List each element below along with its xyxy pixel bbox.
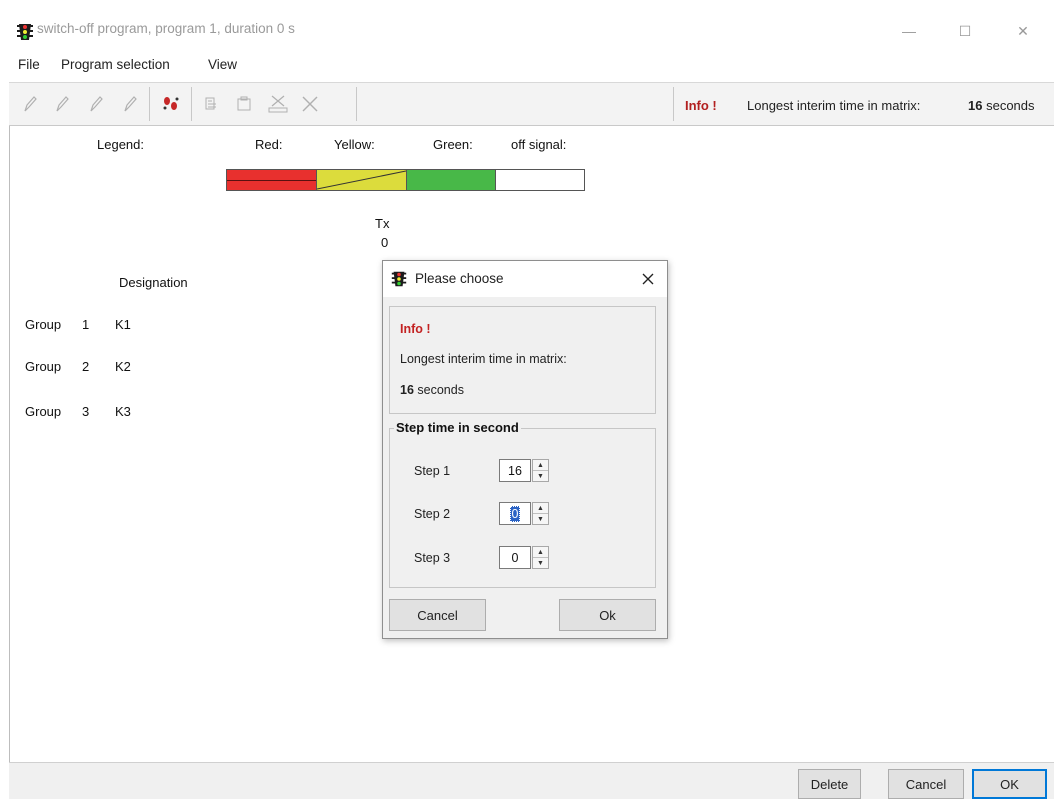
legend-off-label: off signal: [511, 137, 567, 152]
paste-icon[interactable] [233, 92, 255, 116]
dialog-title-bar: Please choose [383, 261, 667, 297]
dialog-close-icon[interactable] [635, 267, 661, 291]
traffic-light-icon [17, 24, 33, 40]
step-3-spinner[interactable]: ▲ ▼ [532, 546, 549, 569]
step-1-spinner[interactable]: ▲ ▼ [532, 459, 549, 482]
designation-header: Designation [119, 275, 188, 290]
step-2-spinner[interactable]: ▲ ▼ [532, 502, 549, 525]
cancel-button[interactable]: Cancel [888, 769, 964, 799]
group-number: 1 [82, 317, 90, 332]
legend-title: Legend: [97, 137, 144, 152]
footprints-icon[interactable] [160, 92, 182, 116]
close-button[interactable]: ✕ [1008, 18, 1038, 44]
legend-yellow-swatch [317, 170, 407, 190]
info-heading: Info ! [400, 322, 431, 336]
step-3-label: Step 3 [414, 551, 451, 565]
step-1-label: Step 1 [414, 464, 451, 478]
menu-view[interactable]: View [208, 57, 237, 72]
info-value: 16 seconds [400, 383, 464, 397]
delete-icon[interactable] [299, 92, 321, 116]
dialog-cancel-button[interactable]: Cancel [389, 599, 486, 631]
toolbar: Info ! Longest interim time in matrix: 1… [9, 82, 1054, 126]
group-label: Group [25, 404, 62, 419]
bottom-button-bar: Delete Cancel OK [9, 762, 1054, 799]
please-choose-dialog: Please choose Info ! Longest interim tim… [382, 260, 668, 639]
spin-down-icon[interactable]: ▼ [533, 514, 548, 524]
spin-up-icon[interactable]: ▲ [533, 547, 548, 558]
legend-green-swatch [407, 170, 496, 190]
step-1-input[interactable]: 16 [499, 459, 531, 482]
step-3-input[interactable]: 0 [499, 546, 531, 569]
legend-green-label: Green: [433, 137, 473, 152]
group-label: Group [25, 317, 62, 332]
group-label: Group [25, 359, 62, 374]
group-number: 2 [82, 359, 90, 374]
step-time-group: Step time in second Step 1 16 ▲ ▼ Step 2 … [389, 420, 656, 588]
info-value: 16 seconds [968, 98, 1035, 113]
delete-row-icon[interactable] [267, 92, 289, 116]
pencil-icon[interactable] [51, 92, 73, 116]
info-line: Longest interim time in matrix: [400, 352, 567, 366]
group-designation[interactable]: K1 [115, 317, 131, 332]
window-title: switch-off program, program 1, duration … [37, 21, 295, 36]
group-designation[interactable]: K3 [115, 404, 131, 419]
legend-red-swatch [227, 170, 317, 190]
spin-up-icon[interactable]: ▲ [533, 460, 548, 471]
copy-icon[interactable] [201, 92, 223, 116]
info-panel: Info ! Longest interim time in matrix: 1… [389, 306, 656, 414]
signal-legend-bar [226, 169, 585, 191]
step-group-title: Step time in second [394, 420, 521, 435]
timeline-marker-label: Tx [375, 216, 390, 231]
legend-red-label: Red: [255, 137, 283, 152]
legend-yellow-label: Yellow: [334, 137, 375, 152]
group-designation[interactable]: K2 [115, 359, 131, 374]
ok-button[interactable]: OK [972, 769, 1047, 799]
step-2-input[interactable]: 0 [499, 502, 531, 525]
title-bar: switch-off program, program 1, duration … [0, 0, 1054, 54]
legend-off-swatch [496, 170, 584, 190]
maximize-button[interactable]: ☐ [950, 18, 980, 44]
dialog-title: Please choose [415, 271, 504, 286]
spin-down-icon[interactable]: ▼ [533, 471, 548, 481]
pencil-icon[interactable] [85, 92, 107, 116]
info-text: Longest interim time in matrix: [747, 98, 921, 113]
spin-down-icon[interactable]: ▼ [533, 558, 548, 568]
info-label: Info ! [685, 98, 717, 113]
timeline-marker-value: 0 [381, 235, 389, 250]
menu-bar: File Program selection View [0, 54, 1054, 76]
traffic-light-icon [391, 271, 407, 287]
spin-up-icon[interactable]: ▲ [533, 503, 548, 514]
menu-file[interactable]: File [18, 57, 40, 72]
menu-program-selection[interactable]: Program selection [61, 57, 170, 72]
pencil-icon[interactable] [19, 92, 41, 116]
group-number: 3 [82, 404, 90, 419]
pencil-icon[interactable] [119, 92, 141, 116]
step-2-label: Step 2 [414, 507, 451, 521]
dialog-ok-button[interactable]: Ok [559, 599, 656, 631]
minimize-button[interactable]: — [894, 18, 924, 44]
delete-button[interactable]: Delete [798, 769, 861, 799]
